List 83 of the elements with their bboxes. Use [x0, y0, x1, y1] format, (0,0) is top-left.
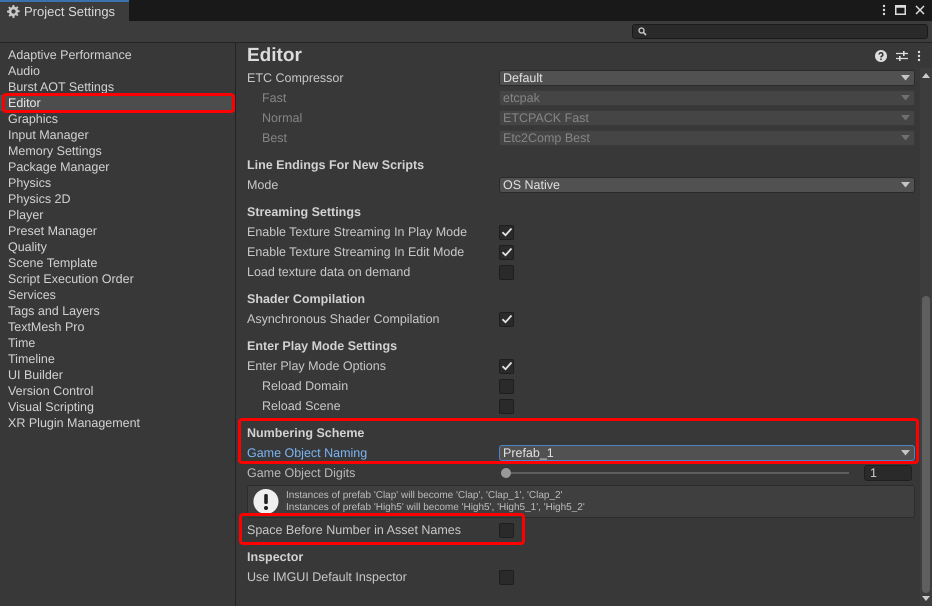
sidebar-item[interactable]: Scene Template — [0, 255, 235, 271]
scrollbar[interactable] — [920, 68, 932, 606]
window-tab[interactable]: Project Settings — [0, 0, 130, 21]
field-label: Enter Play Mode Options — [247, 359, 387, 373]
field-label: Fast — [261, 91, 288, 105]
panel-title: Editor — [247, 44, 302, 66]
scrollbar-thumb[interactable] — [922, 296, 930, 593]
section-heading: Numbering Scheme — [247, 425, 366, 442]
sidebar-item[interactable]: Physics 2D — [0, 191, 235, 207]
sidebar-item[interactable]: Visual Scripting — [0, 399, 235, 415]
field-label: Normal — [261, 111, 304, 125]
checkbox[interactable] — [499, 522, 514, 538]
field-label: Reload Domain — [261, 379, 350, 393]
field-label: Game Object Naming — [247, 446, 368, 460]
sidebar-item[interactable]: Burst AOT Settings — [0, 79, 235, 95]
sidebar-item[interactable]: Time — [0, 335, 235, 351]
sidebar-item[interactable]: Adaptive Performance — [0, 47, 235, 63]
sidebar-item[interactable]: Version Control — [0, 383, 235, 399]
caret-icon — [901, 75, 910, 81]
sidebar-item[interactable]: Script Execution Order — [0, 271, 235, 287]
slider-thumb[interactable] — [501, 468, 511, 478]
gear-icon — [7, 5, 20, 18]
field-label: Space Before Number in Asset Names — [247, 523, 462, 537]
search-field[interactable] — [632, 24, 928, 39]
caret-icon — [901, 135, 910, 141]
section-heading: Inspector — [247, 549, 304, 566]
help-icon[interactable] — [875, 50, 887, 62]
maximize-icon[interactable] — [895, 5, 906, 15]
caret-icon — [901, 115, 910, 121]
number-field[interactable]: 1 — [864, 465, 912, 481]
checkbox[interactable] — [499, 264, 514, 280]
dropdown[interactable]: OS Native — [499, 177, 915, 193]
sidebar-item[interactable]: TextMesh Pro — [0, 319, 235, 335]
checkbox[interactable] — [499, 358, 514, 374]
help-text: Instances of prefab 'Clap' will become 'Clap', 'Clap_1', 'Clap_2' — [286, 490, 564, 502]
sidebar-item[interactable]: Audio — [0, 63, 235, 79]
sidebar-item[interactable]: Input Manager — [0, 127, 235, 143]
dropdown[interactable]: Prefab_1 — [499, 445, 915, 461]
sidebar-item[interactable]: Graphics — [0, 111, 235, 127]
sidebar-item[interactable]: Physics — [0, 175, 235, 191]
field-label: Asynchronous Shader Compilation — [247, 312, 440, 326]
scroll-up-icon[interactable] — [922, 73, 930, 78]
checkbox[interactable] — [499, 398, 514, 414]
section-heading: Streaming Settings — [247, 204, 362, 221]
scroll-down-icon[interactable] — [922, 596, 930, 601]
sidebar-item[interactable]: Player — [0, 207, 235, 223]
sidebar-item[interactable]: Package Manager — [0, 159, 235, 175]
caret-icon — [901, 450, 910, 456]
sidebar-item[interactable]: Tags and Layers — [0, 303, 235, 319]
help-text: Instances of prefab 'High5' will become 'High5', 'High5_1', 'High5_2' — [286, 502, 585, 514]
sidebar-item[interactable]: UI Builder — [0, 367, 235, 383]
checkbox[interactable] — [499, 378, 514, 394]
sidebar-item[interactable]: Preset Manager — [0, 223, 235, 239]
checkbox[interactable] — [499, 570, 514, 584]
field-label: Best — [261, 131, 288, 145]
search-icon — [638, 27, 647, 36]
field-label: Reload Scene — [261, 399, 342, 413]
field-label: Mode — [247, 178, 280, 192]
checkbox[interactable] — [499, 244, 514, 260]
checkbox[interactable] — [499, 224, 514, 240]
warning-icon — [252, 488, 280, 516]
dropdown[interactable]: Default — [499, 70, 915, 86]
sliders-icon[interactable] — [896, 50, 908, 62]
section-heading: Line Endings For New Scripts — [247, 157, 426, 174]
checkbox[interactable] — [499, 312, 514, 326]
field-label: Game Object Digits — [247, 466, 356, 480]
sidebar-item[interactable]: Services — [0, 287, 235, 303]
sidebar-item[interactable]: XR Plugin Management — [0, 415, 235, 431]
section-heading: Shader Compilation — [247, 291, 366, 308]
field-label: Use IMGUI Default Inspector — [247, 570, 408, 584]
field-label: Enable Texture Streaming In Edit Mode — [247, 245, 466, 259]
field-label: Enable Texture Streaming In Play Mode — [247, 225, 468, 239]
close-icon[interactable] — [915, 5, 925, 15]
caret-icon — [901, 95, 910, 101]
section-heading: Enter Play Mode Settings — [247, 338, 398, 355]
field-label: ETC Compressor — [247, 71, 345, 85]
field-label: Load texture data on demand — [247, 265, 412, 279]
sidebar-item[interactable]: Quality — [0, 239, 235, 255]
caret-icon — [901, 182, 910, 188]
more-icon[interactable] — [917, 50, 921, 62]
more-icon[interactable] — [882, 4, 886, 16]
sidebar-item[interactable]: Timeline — [0, 351, 235, 367]
sidebar-item[interactable]: Memory Settings — [0, 143, 235, 159]
